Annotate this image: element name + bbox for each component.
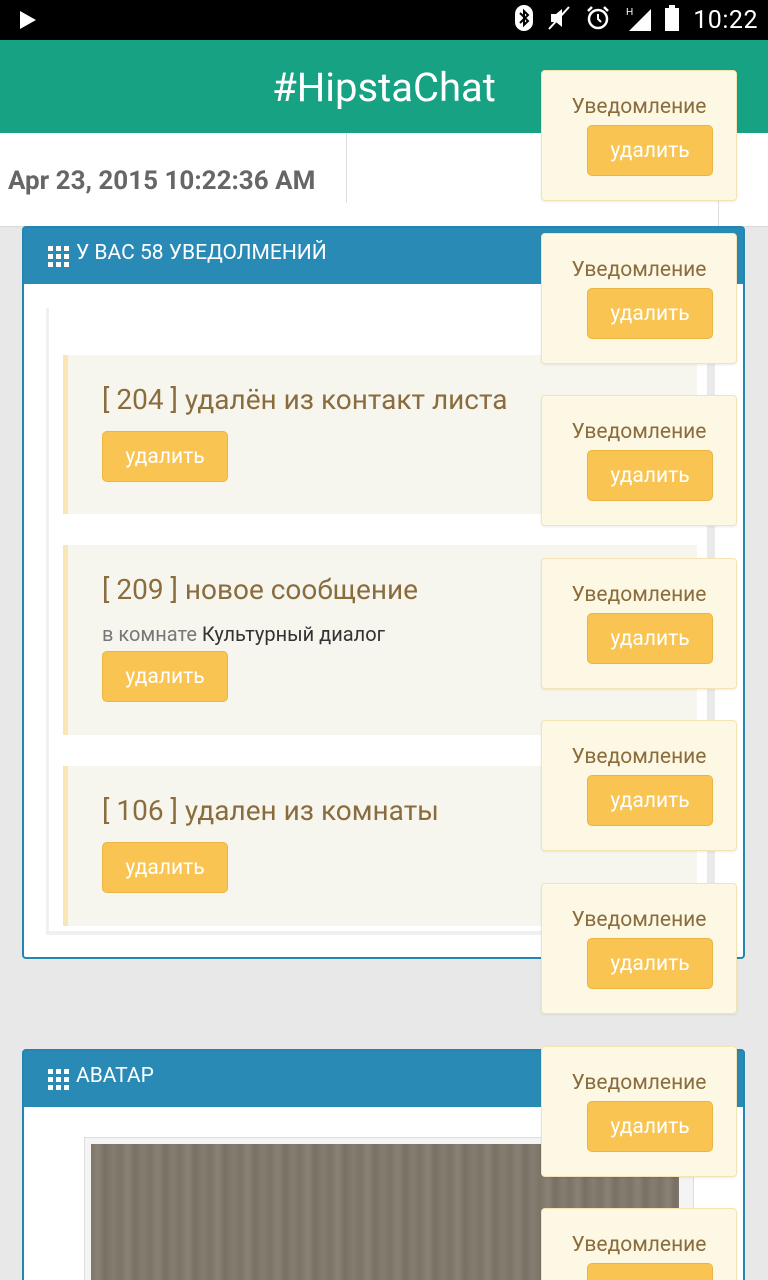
toast-title: Уведомление <box>571 1071 707 1095</box>
toast-title: Уведомление <box>571 908 707 932</box>
toast-delete-button[interactable]: удалить <box>587 613 713 664</box>
clock: 10:22 <box>693 5 758 35</box>
toast-notification: Уведомление удалить <box>541 1046 737 1177</box>
notification-title: [ 106 ] удален из комнаты <box>102 794 439 827</box>
toast-title: Уведомление <box>571 583 707 607</box>
toast-title: Уведомление <box>571 745 707 769</box>
toast-notification: Уведомление удалить <box>541 558 737 689</box>
grid-icon <box>48 246 69 267</box>
notification-meta: в комнате Культурный диалог <box>102 622 385 646</box>
signal-icon: H <box>625 5 652 35</box>
toast-notification: Уведомление удалить <box>541 233 737 364</box>
play-icon <box>20 11 36 29</box>
status-bar: H 10:22 <box>0 0 768 40</box>
mute-icon <box>547 5 571 35</box>
delete-button[interactable]: удалить <box>102 651 228 702</box>
delete-button[interactable]: удалить <box>102 842 228 893</box>
toast-delete-button[interactable]: удалить <box>587 775 713 826</box>
toast-notification: Уведомление удалить <box>541 1208 737 1280</box>
toast-title: Уведомление <box>571 258 707 282</box>
grid-icon <box>48 1069 69 1090</box>
notification-title: [ 204 ] удалён из контакт листа <box>102 383 508 416</box>
toast-delete-button[interactable]: удалить <box>587 450 713 501</box>
toast-title: Уведомление <box>571 420 707 444</box>
toast-delete-button[interactable]: удалить <box>587 125 713 176</box>
current-datetime: Apr 23, 2015 10:22:36 AM <box>8 166 316 196</box>
divider <box>346 133 347 203</box>
alarm-icon <box>585 5 611 35</box>
room-name: Культурный диалог <box>201 622 386 646</box>
notifications-count-title: У ВАС 58 УВЕДОЛМЕНИЙ <box>76 241 327 265</box>
battery-icon <box>665 5 680 35</box>
toast-delete-button[interactable]: удалить <box>587 288 713 339</box>
toast-title: Уведомление <box>571 95 707 119</box>
network-label: H <box>626 7 633 18</box>
toast-notification: Уведомление удалить <box>541 70 737 201</box>
toast-notification: Уведомление удалить <box>541 395 737 526</box>
bluetooth-icon <box>515 5 534 35</box>
toast-delete-button[interactable]: удалить <box>587 1263 713 1280</box>
toast-notification: Уведомление удалить <box>541 720 737 851</box>
toast-delete-button[interactable]: удалить <box>587 1101 713 1152</box>
notification-title: [ 209 ] новое сообщение <box>102 573 418 606</box>
toast-notification: Уведомление удалить <box>541 883 737 1014</box>
toast-title: Уведомление <box>571 1233 707 1257</box>
delete-button[interactable]: удалить <box>102 431 228 482</box>
avatar-title: АВАТАР <box>76 1064 154 1088</box>
room-prefix: в комнате <box>102 622 197 646</box>
toast-delete-button[interactable]: удалить <box>587 938 713 989</box>
